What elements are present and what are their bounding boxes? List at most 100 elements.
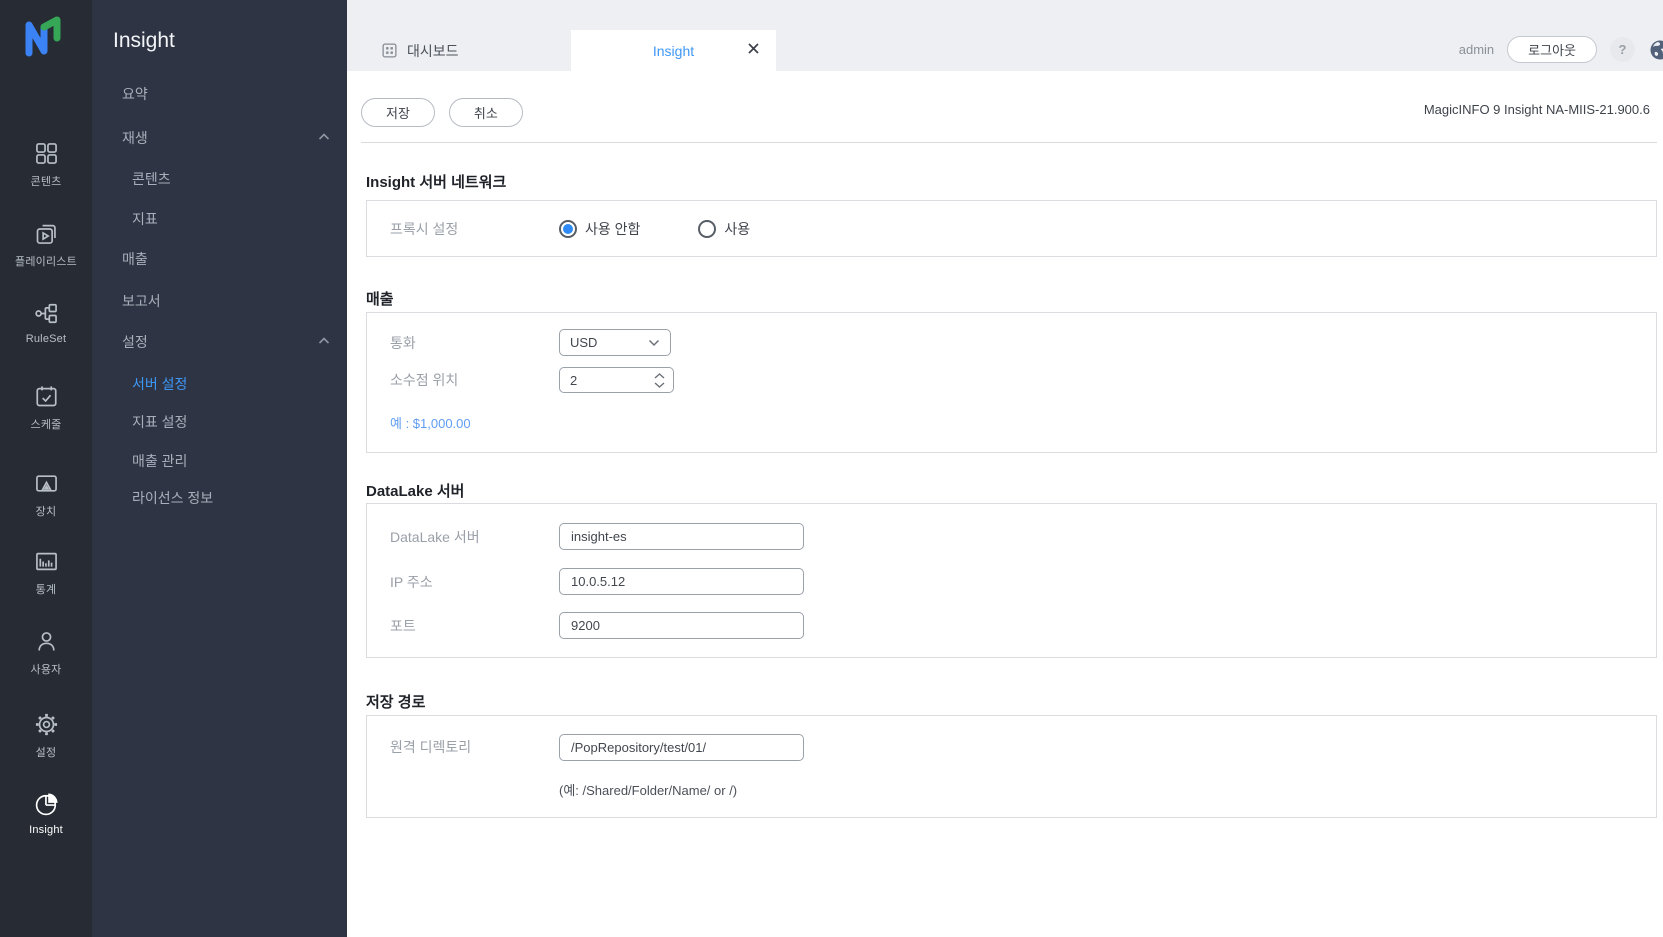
port-label: 포트: [390, 616, 559, 636]
storage-box: 원격 디렉토리 (예: /Shared/Folder/Name/ or /): [366, 715, 1657, 818]
proxy-label: 프록시 설정: [390, 219, 559, 239]
nav-item-license-info[interactable]: 라이선스 정보: [132, 488, 213, 508]
radio-unselected-icon[interactable]: [698, 220, 716, 238]
rail-item-label: 통계: [0, 581, 92, 597]
rail-item-label: 플레이리스트: [0, 253, 92, 269]
section-title-sales: 매출: [366, 288, 394, 309]
stepper-arrows[interactable]: [654, 373, 665, 388]
ruleset-icon: [33, 300, 60, 327]
section-title-storage: 저장 경로: [366, 691, 425, 712]
rail-item-ruleset[interactable]: RuleSet: [0, 300, 92, 345]
chevron-up-icon[interactable]: [318, 133, 330, 141]
content-area: 대시보드 Insight admin 로그아웃 ? 저장 취소 MagicINF…: [347, 0, 1663, 937]
nav-item-server-settings[interactable]: 서버 설정: [132, 374, 187, 394]
rail-item-label: 스케줄: [0, 416, 92, 432]
remote-dir-row: 원격 디렉토리: [390, 733, 1646, 761]
calendar-icon: [33, 383, 60, 410]
pie-icon: [33, 791, 60, 818]
tab-dashboard[interactable]: 대시보드: [347, 30, 571, 71]
decimal-row: 소수점 위치: [390, 367, 1646, 393]
radio-selected-icon[interactable]: [559, 220, 577, 238]
rail-item-label: RuleSet: [0, 333, 92, 345]
magicinfo-logo[interactable]: [20, 12, 70, 58]
tab-label: Insight: [653, 43, 694, 59]
ip-input[interactable]: [559, 568, 804, 595]
globe-icon[interactable]: [1648, 38, 1663, 62]
remote-dir-label: 원격 디렉토리: [390, 737, 559, 757]
rail-item-label: 사용자: [0, 661, 92, 677]
rail-item-insight[interactable]: Insight: [0, 791, 92, 836]
tab-bar: 대시보드 Insight admin 로그아웃 ?: [347, 0, 1663, 71]
radio-proxy-enabled[interactable]: 사용: [698, 219, 750, 239]
rail-item-label: 설정: [0, 744, 92, 760]
currency-row: 통화 USD: [390, 329, 1646, 356]
chevron-down-icon[interactable]: [654, 382, 665, 388]
tab-insight[interactable]: Insight: [571, 30, 776, 71]
section-title-datalake: DataLake 서버: [366, 480, 464, 501]
close-icon[interactable]: [747, 42, 760, 55]
nav-item-sales-management[interactable]: 매출 관리: [132, 451, 187, 471]
currency-select[interactable]: USD: [559, 329, 671, 356]
nav-item-contents[interactable]: 콘텐츠: [132, 169, 171, 189]
proxy-row: 프록시 설정 사용 안함 사용: [390, 215, 1646, 243]
nav-item-settings[interactable]: 설정: [122, 332, 148, 352]
remote-dir-hint: (예: /Shared/Folder/Name/ or /): [559, 780, 737, 799]
logout-button[interactable]: 로그아웃: [1507, 36, 1597, 63]
radio-label: 사용 안함: [585, 219, 640, 239]
rail-item-schedule[interactable]: 스케줄: [0, 383, 92, 432]
user-cluster: admin 로그아웃 ?: [1459, 28, 1663, 71]
rail-item-label: 콘텐츠: [0, 173, 92, 189]
nav-item-playback[interactable]: 재생: [122, 128, 148, 148]
settings-page: 저장 취소 MagicINFO 9 Insight NA-MIIS-21.900…: [347, 71, 1663, 937]
nav-item-metrics[interactable]: 지표: [132, 209, 158, 229]
dashboard-icon: [381, 42, 398, 59]
datalake-box: DataLake 서버 IP 주소 포트: [366, 503, 1657, 658]
chevron-up-icon[interactable]: [318, 337, 330, 345]
rail-item-statistics[interactable]: 통계: [0, 548, 92, 597]
decimal-input[interactable]: [570, 373, 640, 388]
decimal-label: 소수점 위치: [390, 370, 559, 390]
chevron-down-icon: [648, 339, 660, 347]
nav-item-sales[interactable]: 매출: [122, 249, 148, 269]
version-text: MagicINFO 9 Insight NA-MIIS-21.900.6: [1424, 102, 1650, 117]
tab-label: 대시보드: [407, 41, 459, 61]
section-title-network: Insight 서버 네트워크: [366, 171, 506, 192]
rail-item-device[interactable]: 장치: [0, 470, 92, 519]
panel-title: Insight: [113, 29, 175, 53]
playlist-icon: [33, 220, 60, 247]
toolbar: 저장 취소: [361, 98, 523, 127]
decimal-stepper[interactable]: [559, 367, 674, 393]
grid-icon: [33, 140, 60, 167]
username: admin: [1459, 42, 1494, 57]
rail-item-users[interactable]: 사용자: [0, 628, 92, 677]
help-button[interactable]: ?: [1610, 37, 1635, 62]
rail-item-label: 장치: [0, 503, 92, 519]
remote-dir-input[interactable]: [559, 734, 804, 761]
stats-icon: [33, 548, 60, 575]
rail-item-contents[interactable]: 콘텐츠: [0, 140, 92, 189]
nav-item-summary[interactable]: 요약: [122, 84, 148, 104]
currency-label: 통화: [390, 333, 559, 353]
insight-nav-panel: Insight 요약 재생 콘텐츠 지표 매출 보고서 설정 서버 설정 지표 …: [92, 0, 347, 937]
cancel-button[interactable]: 취소: [449, 98, 523, 127]
gear-icon: [33, 711, 60, 738]
network-box: 프록시 설정 사용 안함 사용: [366, 200, 1657, 257]
ip-row: IP 주소: [390, 568, 1646, 595]
rail-item-playlist[interactable]: 플레이리스트: [0, 220, 92, 269]
datalake-server-input[interactable]: [559, 523, 804, 550]
port-input[interactable]: [559, 612, 804, 639]
save-button[interactable]: 저장: [361, 98, 435, 127]
nav-item-report[interactable]: 보고서: [122, 291, 161, 311]
device-icon: [33, 470, 60, 497]
rail-item-label: Insight: [0, 824, 92, 836]
datalake-server-label: DataLake 서버: [390, 527, 559, 547]
chevron-up-icon[interactable]: [654, 373, 665, 379]
ip-label: IP 주소: [390, 572, 559, 592]
icon-rail: 콘텐츠 플레이리스트 RuleSet 스케줄 장치: [0, 0, 92, 937]
currency-value: USD: [570, 335, 597, 350]
port-row: 포트: [390, 612, 1646, 639]
rail-item-settings[interactable]: 설정: [0, 711, 92, 760]
datalake-server-row: DataLake 서버: [390, 523, 1646, 550]
radio-proxy-disabled[interactable]: 사용 안함: [559, 219, 640, 239]
nav-item-metric-settings[interactable]: 지표 설정: [132, 412, 187, 432]
